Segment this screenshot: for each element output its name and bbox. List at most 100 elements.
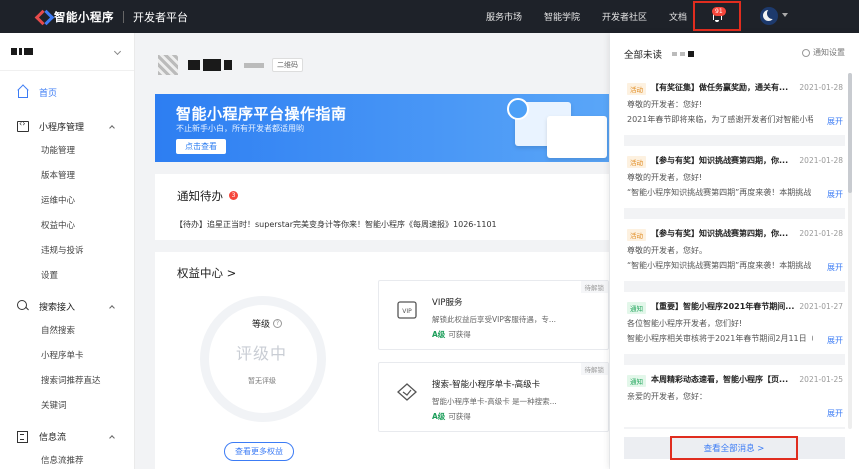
notification-settings-link[interactable]: 通知设置 <box>802 47 845 58</box>
sidebar-item-single-card[interactable]: 小程序单卡 <box>0 344 134 369</box>
account-switcher[interactable] <box>0 33 134 71</box>
expand-link[interactable]: 展开 <box>827 408 843 419</box>
brand-logo[interactable]: 智能小程序 开发者平台 <box>36 9 188 25</box>
qr-code-button[interactable]: 二维码 <box>272 58 303 72</box>
sidebar-group-search[interactable]: 搜索接入 <box>0 293 134 319</box>
notification-line: 各位智能小程序开发者，您们好! <box>627 319 743 328</box>
sidebar-item-violations[interactable]: 违规与投诉 <box>0 239 134 264</box>
brand-platform: 开发者平台 <box>133 10 188 24</box>
sidebar-item-keyword-direct[interactable]: 搜索词推荐直达 <box>0 369 134 394</box>
app-name-redacted <box>224 60 232 70</box>
nav-docs[interactable]: 文档 <box>669 10 687 23</box>
expand-link[interactable]: 展开 <box>827 335 843 346</box>
unread-title: 全部未读 <box>624 50 663 61</box>
notice-count-badge: 3 <box>229 191 238 200</box>
brand-logo-icon <box>36 10 50 24</box>
level-label: 等级 ? <box>252 317 283 330</box>
help-icon[interactable]: ? <box>273 319 283 328</box>
chevron-down-icon <box>113 47 122 56</box>
level-subtitle: 暂无评级 <box>248 377 276 385</box>
level-grade: A级 <box>432 412 446 421</box>
notification-button[interactable]: 91 <box>693 1 741 31</box>
rights-card-level: A级 可获得 <box>432 329 471 340</box>
notification-settings-label: 通知设置 <box>813 48 845 57</box>
expand-link[interactable]: 展开 <box>827 116 843 127</box>
sidebar-item-natural-search[interactable]: 自然搜索 <box>0 319 134 344</box>
notification-scrollbar[interactable] <box>848 73 852 429</box>
notification-time: 2021-01-28 <box>799 156 843 165</box>
rights-card-level: A级 可获得 <box>432 411 471 422</box>
chevron-up-icon <box>109 124 115 131</box>
app-avatar <box>158 55 178 75</box>
notification-list: 活动 【有奖征集】做任务赢奖励，通关有... 2021-01-28 尊敬的开发者… <box>624 73 845 429</box>
unread-count-redacted <box>680 52 686 56</box>
account-name-redacted <box>19 48 22 55</box>
sidebar-item-settings[interactable]: 设置 <box>0 264 134 289</box>
scrollbar-thumb[interactable] <box>848 73 852 193</box>
guide-banner[interactable]: 智能小程序平台操作指南 不止新手小白，所有开发者都适用哟 点击查看 <box>155 94 609 162</box>
notification-item[interactable]: 活动 【参与有奖】知识挑战赛第四期，你... 2021-01-28 尊敬的开发者… <box>624 146 845 208</box>
svg-text:VIP: VIP <box>402 308 412 315</box>
expand-link[interactable]: 展开 <box>827 262 843 273</box>
user-avatar[interactable] <box>760 7 778 25</box>
main-content: 二维码 智能小程序平台操作指南 不止新手小白，所有开发者都适用哟 点击查看 通知… <box>135 33 609 469</box>
banner-view-button[interactable]: 点击查看 <box>176 139 226 154</box>
rights-card-vip[interactable]: 待解锁 VIP VIP服务 解锁此权益后享受VIP客服待遇，专... A级 可获得 <box>378 280 609 350</box>
level-grade: A级 <box>432 330 446 339</box>
app-name-redacted <box>188 60 200 70</box>
view-all-messages-button[interactable]: 查看全部消息 > <box>670 436 798 460</box>
sidebar-group-miniapp[interactable]: 小程序管理 <box>0 113 134 139</box>
level-label-text: 等级 <box>252 320 271 330</box>
unread-count-redacted <box>672 52 678 56</box>
notification-line: 2021年春节即将来临，为了感谢开发者们对智能小程序 <box>627 115 813 124</box>
sidebar-group-label: 小程序管理 <box>39 122 85 133</box>
expand-link[interactable]: 展开 <box>827 189 843 200</box>
notification-line: 尊敬的开发者，您好。 <box>627 246 707 255</box>
rights-card-desc: 解锁此权益后享受VIP客服待遇，专... <box>432 315 557 324</box>
banner-avatar-icon <box>507 98 529 120</box>
rights-card-search-card[interactable]: 待解锁 搜索-智能小程序单卡-高级卡 智能小程序单卡-高级卡 是一种搜索... … <box>378 362 609 432</box>
sidebar-item-keywords[interactable]: 关键词 <box>0 394 134 419</box>
notification-time: 2021-01-28 <box>799 83 843 92</box>
banner-illustration <box>547 116 607 158</box>
notification-title: 【参与有奖】知识挑战赛第四期，你... <box>651 156 789 165</box>
sidebar-group-feed[interactable]: 信息流 <box>0 423 134 449</box>
nav-service-market[interactable]: 服务市场 <box>486 10 522 23</box>
app-name-redacted <box>203 59 221 71</box>
banner-subtitle: 不止新手小白，所有开发者都适用哟 <box>176 124 304 133</box>
sidebar-item-feed-recommend[interactable]: 信息流推荐 <box>0 449 134 469</box>
notification-item[interactable]: 活动 【参与有奖】知识挑战赛第四期，你... 2021-01-28 尊敬的开发者… <box>624 219 845 281</box>
notification-title: 本周精彩动态速看，智能小程序【页... <box>651 375 789 384</box>
chevron-up-icon <box>109 304 115 311</box>
banner-title: 智能小程序平台操作指南 <box>176 105 347 123</box>
notification-item[interactable]: 通知 本周精彩动态速看，智能小程序【页... 2021-01-25 亲爱的开发者… <box>624 365 845 427</box>
user-menu-caret-icon[interactable] <box>782 13 788 17</box>
sidebar-item-versions[interactable]: 版本管理 <box>0 164 134 189</box>
notification-item[interactable]: 活动 【有奖征集】做任务赢奖励，通关有... 2021-01-28 尊敬的开发者… <box>624 73 845 135</box>
notification-count-badge: 91 <box>712 7 726 16</box>
sidebar-item-rights[interactable]: 权益中心 <box>0 214 134 239</box>
notification-tag: 通知 <box>627 375 646 387</box>
notice-item[interactable]: 【待办】追星正当时！superstar完美变身计等你来！智能小程序《每周速报》1… <box>175 219 497 230</box>
notification-line: 尊敬的开发者，您好! <box>627 173 703 182</box>
gear-icon <box>802 48 810 57</box>
nav-community[interactable]: 开发者社区 <box>602 10 647 23</box>
view-more-rights-button[interactable]: 查看更多权益 <box>224 442 294 461</box>
diamond-icon <box>397 383 417 401</box>
notification-panel: 全部未读 通知设置 活动 【有奖征集】做任务赢奖励，通关有... 2021-01… <box>610 33 859 469</box>
sidebar-item-features[interactable]: 功能管理 <box>0 139 134 164</box>
notification-item[interactable]: 通知 【重要】智能小程序2021年春节期间... 2021-01-27 各位智能… <box>624 292 845 354</box>
rights-title-link[interactable]: 权益中心 > <box>177 265 236 281</box>
rights-panel: 权益中心 > 等级 ? 评级中 暂无评级 查看更多权益 待解锁 VIP VIP服… <box>155 252 609 469</box>
sidebar-item-ops[interactable]: 运维中心 <box>0 189 134 214</box>
home-icon <box>17 86 29 98</box>
notification-time: 2021-01-28 <box>799 229 843 238</box>
chevron-up-icon <box>109 434 115 441</box>
sidebar-item-home[interactable]: 首页 <box>0 79 134 105</box>
notice-panel: 通知待办 3 【待办】追星正当时！superstar完美变身计等你来！智能小程序… <box>155 174 609 240</box>
notification-time: 2021-01-27 <box>799 302 843 311</box>
brand-name: 智能小程序 <box>54 9 114 24</box>
nav-academy[interactable]: 智能学院 <box>544 10 580 23</box>
notification-line: “智能小程序知识挑战赛第四期”再度来袭！本期挑战 <box>627 188 812 197</box>
notification-panel-header: 全部未读 <box>624 47 695 61</box>
